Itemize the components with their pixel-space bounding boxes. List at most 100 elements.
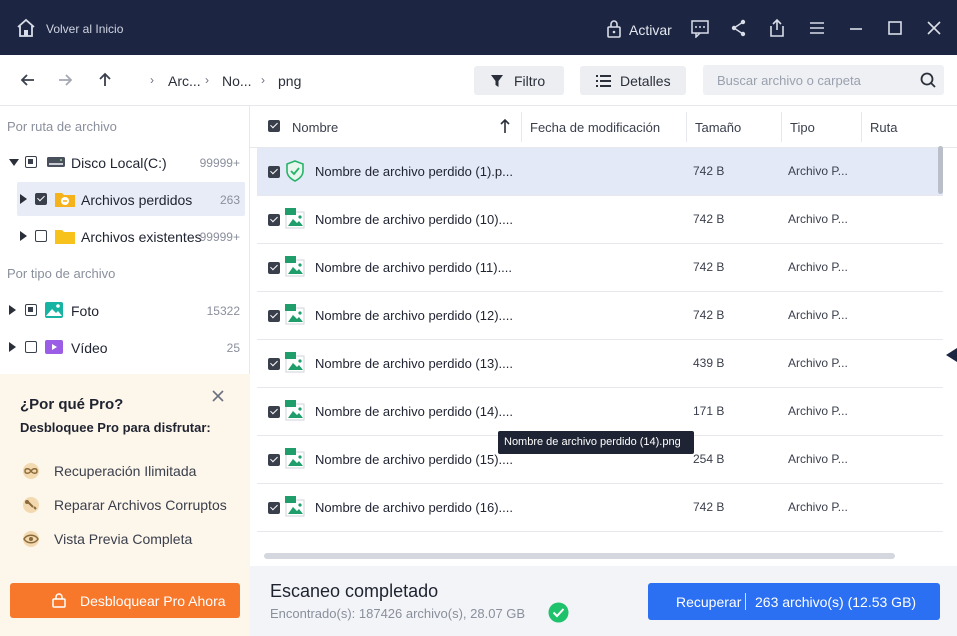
activate-button[interactable]: Activar [629,22,672,38]
wrench-icon [20,497,42,513]
table-header: Nombre Fecha de modificación Tamaño Tipo… [250,106,957,148]
breadcrumb-item[interactable]: Arc... [168,73,201,89]
select-all-checkbox[interactable] [268,120,280,132]
unlock-pro-label: Desbloquear Pro Ahora [80,593,226,609]
expand-caret-icon[interactable] [9,342,16,352]
horizontal-scrollbar[interactable] [264,553,895,559]
close-icon[interactable] [924,18,944,38]
type-item-count: 15322 [206,304,240,318]
share-icon[interactable] [729,18,749,38]
file-list-panel: Nombre Fecha de modificación Tamaño Tipo… [250,106,957,566]
file-name: Nombre de archivo perdido (12).... [315,308,513,323]
unlock-pro-button[interactable]: Desbloquear Pro Ahora [10,583,240,618]
column-divider[interactable] [521,112,522,142]
file-name: Nombre de archivo perdido (13).... [315,356,513,371]
recover-label: Recuperar [676,594,742,610]
png-file-icon [285,208,305,230]
sort-ascending-icon[interactable] [499,118,511,134]
expand-caret-icon[interactable] [20,231,27,241]
file-size: 742 B [693,260,725,274]
column-header-name[interactable]: Nombre [292,120,338,135]
table-row[interactable]: Nombre de archivo perdido (14).... 171 B… [257,388,943,436]
table-row[interactable]: Nombre de archivo perdido (11).... 742 B… [257,244,943,292]
type-item-video[interactable]: Vídeo 25 [0,330,250,364]
file-name: Nombre de archivo perdido (10).... [315,212,513,227]
tree-checkbox[interactable] [35,230,47,242]
png-file-icon [285,352,305,374]
file-size: 742 B [693,212,725,226]
up-arrow-icon[interactable] [95,70,115,90]
filter-button[interactable]: Filtro [474,66,564,95]
row-checkbox[interactable] [268,454,280,466]
type-item-photo[interactable]: Foto 15322 [0,293,250,327]
menu-icon[interactable] [807,18,827,38]
lock-icon[interactable] [604,18,624,38]
column-header-type[interactable]: Tipo [790,120,815,135]
forward-arrow-icon[interactable] [55,70,75,90]
scan-status-title: Escaneo completado [270,581,439,601]
vertical-scrollbar[interactable] [938,146,943,194]
feedback-icon[interactable] [690,18,710,39]
table-row[interactable]: Nombre de archivo perdido (12).... 742 B… [257,292,943,340]
search-icon[interactable] [919,71,937,89]
tree-checkbox[interactable] [35,193,47,205]
column-divider[interactable] [686,112,687,142]
table-row[interactable]: Nombre de archivo perdido (10).... 742 B… [257,196,943,244]
breadcrumb-item[interactable]: png [278,73,301,89]
expand-caret-icon[interactable] [9,159,19,166]
shield-check-icon [285,160,305,182]
sidebar: Por ruta de archivo Disco Local(C:) 9999… [0,106,250,636]
expand-caret-icon[interactable] [9,305,16,315]
list-icon [596,74,611,88]
png-file-icon [285,448,305,470]
minimize-icon[interactable] [846,18,866,38]
row-checkbox[interactable] [268,214,280,226]
export-icon[interactable] [767,18,787,38]
file-type: Archivo P... [788,260,848,274]
tree-checkbox[interactable] [25,156,37,168]
type-item-count: 25 [226,341,240,355]
table-row[interactable]: Nombre de archivo perdido (16).... 742 B… [257,484,943,532]
pro-promo-panel: ¿Por qué Pro? Desbloquee Pro para disfru… [0,374,250,636]
file-size: 742 B [693,500,725,514]
row-checkbox[interactable] [268,262,280,274]
row-checkbox[interactable] [268,166,280,178]
type-checkbox[interactable] [25,304,37,316]
home-link[interactable]: Volver al Inicio [46,22,123,36]
column-header-modified[interactable]: Fecha de modificación [530,120,660,135]
column-divider[interactable] [861,112,862,142]
search-input[interactable]: Buscar archivo o carpeta [703,65,944,95]
table-row[interactable]: Nombre de archivo perdido (1).p... 742 B… [257,148,943,196]
home-icon[interactable] [16,18,36,38]
preview-panel-toggle-icon[interactable] [946,348,957,362]
column-divider[interactable] [781,112,782,142]
type-checkbox[interactable] [25,341,37,353]
tree-item-local-disk[interactable]: Disco Local(C:) 99999+ [0,145,250,179]
column-header-size[interactable]: Tamaño [695,120,741,135]
recover-button[interactable]: Recuperar 263 archivo(s) (12.53 GB) [648,583,940,620]
row-checkbox[interactable] [268,310,280,322]
back-arrow-icon[interactable] [18,70,38,90]
type-item-label: Foto [71,303,100,319]
folder-icon [54,227,75,245]
breadcrumb-item[interactable]: No... [222,73,252,89]
expand-caret-icon[interactable] [20,194,27,204]
file-type: Archivo P... [788,404,848,418]
row-checkbox[interactable] [268,406,280,418]
tree-item-existing-files[interactable]: Archivos existentes 99999+ [0,219,250,253]
table-row[interactable]: Nombre de archivo perdido (13).... 439 B… [257,340,943,388]
type-item-label: Vídeo [71,340,108,356]
row-checkbox[interactable] [268,502,280,514]
scan-found-summary: Encontrado(s): 187426 archivo(s), 28.07 … [270,606,526,621]
close-icon[interactable] [210,388,226,404]
maximize-icon[interactable] [885,18,905,38]
pro-feature-item: Vista Previa Completa [20,529,240,549]
tree-item-count: 263 [219,193,240,207]
file-name-tooltip: Nombre de archivo perdido (14).png [498,431,694,454]
details-button[interactable]: Detalles [580,66,686,95]
row-checkbox[interactable] [268,358,280,370]
tree-item-label: Archivos perdidos [81,192,193,208]
column-header-path[interactable]: Ruta [870,120,897,135]
tree-item-lost-files[interactable]: Archivos perdidos 263 [17,182,245,216]
tree-item-count: 99999+ [199,156,240,170]
